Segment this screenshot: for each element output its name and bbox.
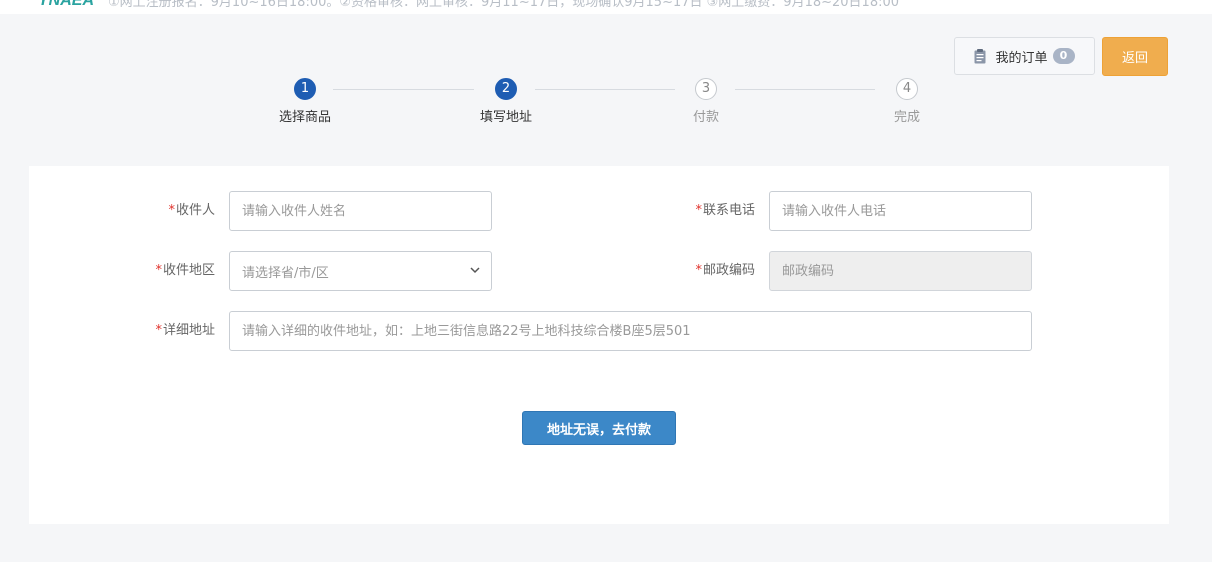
address-label: *详细地址 <box>155 323 215 338</box>
step-number: 2 <box>495 78 517 100</box>
chevron-down-icon <box>469 264 481 280</box>
step-payment: 3 付款 <box>646 78 766 125</box>
step-label: 选择商品 <box>278 110 331 125</box>
postcode-input <box>769 251 1032 291</box>
region-label: *收件地区 <box>155 263 215 278</box>
recipient-input[interactable] <box>229 191 492 231</box>
postcode-label: *邮政编码 <box>695 263 755 278</box>
required-mark: * <box>155 263 162 278</box>
progress-steps: 1 选择商品 2 填写地址 3 付款 4 完成 <box>0 0 1212 140</box>
required-mark: * <box>168 203 175 218</box>
step-select-product: 1 选择商品 <box>245 78 365 125</box>
step-label: 付款 <box>692 110 719 125</box>
address-form-card: *收件人 *联系电话 *收件地区 请选择省/市/区 *邮政编码 *详细地址 地址… <box>29 166 1169 524</box>
step-number: 3 <box>695 78 717 100</box>
recipient-label: *收件人 <box>168 203 215 218</box>
region-select-placeholder: 请选择省/市/区 <box>242 265 329 281</box>
confirm-address-pay-button[interactable]: 地址无误，去付款 <box>522 411 676 445</box>
required-mark: * <box>695 263 702 278</box>
step-number: 1 <box>294 78 316 100</box>
required-mark: * <box>155 323 162 338</box>
required-mark: * <box>695 203 702 218</box>
step-number: 4 <box>896 78 918 100</box>
phone-label: *联系电话 <box>695 203 755 218</box>
region-select[interactable]: 请选择省/市/区 <box>229 251 492 291</box>
step-fill-address: 2 填写地址 <box>446 78 566 125</box>
address-input[interactable] <box>229 311 1032 351</box>
step-label: 填写地址 <box>479 110 532 125</box>
step-complete: 4 完成 <box>847 78 967 125</box>
step-label: 完成 <box>893 110 920 125</box>
phone-input[interactable] <box>769 191 1032 231</box>
